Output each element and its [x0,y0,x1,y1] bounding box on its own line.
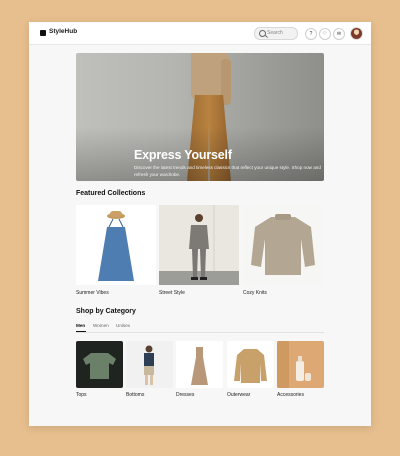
category-card-outerwear[interactable] [227,341,274,388]
collection-card-cozy-knits[interactable] [243,205,323,285]
search-placeholder: Search [267,30,283,36]
collection-label: Street Style [159,290,185,296]
mail-icon: ✉ [336,31,342,37]
hero-banner[interactable]: Express Yourself Discover the latest tre… [76,53,324,181]
logo-icon [40,30,46,36]
category-tabs: Men Women Unisex [76,322,324,333]
category-card-bottoms[interactable] [126,341,173,388]
category-card-accessories[interactable] [277,341,324,388]
collection-label: Summer Vibes [76,290,109,296]
category-label: Tops [76,392,87,398]
avatar[interactable] [350,27,363,40]
top-bar: StyleHub Search ? ♡ ✉ [29,22,371,45]
featured-title: Featured Collections [76,190,146,197]
bottoms-image [144,345,154,385]
category-card-dresses[interactable] [176,341,223,388]
page-window: StyleHub Search ? ♡ ✉ Express Yourself D… [29,22,371,426]
collection-card-street-style[interactable] [159,205,239,285]
outerwear-image [234,349,267,383]
tab-men[interactable]: Men [76,323,85,328]
search-icon [259,30,266,37]
category-card-tops[interactable] [76,341,123,388]
cozy-knit-image [251,214,315,275]
category-label: Accessories [277,392,304,398]
dresses-image [191,347,208,385]
category-label: Dresses [176,392,195,398]
summer-dress-image [98,211,134,281]
tops-image [83,353,116,379]
street-style-image [159,205,239,285]
search-input[interactable]: Search [254,27,298,40]
brand-name[interactable]: StyleHub [49,28,77,35]
accessories-image [277,341,311,388]
help-icon: ? [309,31,313,37]
collection-label: Cozy Knits [243,290,267,296]
category-label: Bottoms [126,392,145,398]
category-title: Shop by Category [76,308,136,315]
category-label: Outerwear [227,392,251,398]
hero-subtitle: Discover the latest trends and timeless … [134,165,321,177]
active-tab-indicator [76,331,86,332]
hero-title: Express Yourself [134,148,232,162]
tab-unisex[interactable]: Unisex [116,323,130,328]
wishlist-button[interactable]: ♡ [319,28,331,40]
help-button[interactable]: ? [305,28,317,40]
tab-women[interactable]: Women [93,323,109,328]
heart-icon: ♡ [322,31,328,37]
collection-card-summer-vibes[interactable] [76,205,156,285]
messages-button[interactable]: ✉ [333,28,345,40]
